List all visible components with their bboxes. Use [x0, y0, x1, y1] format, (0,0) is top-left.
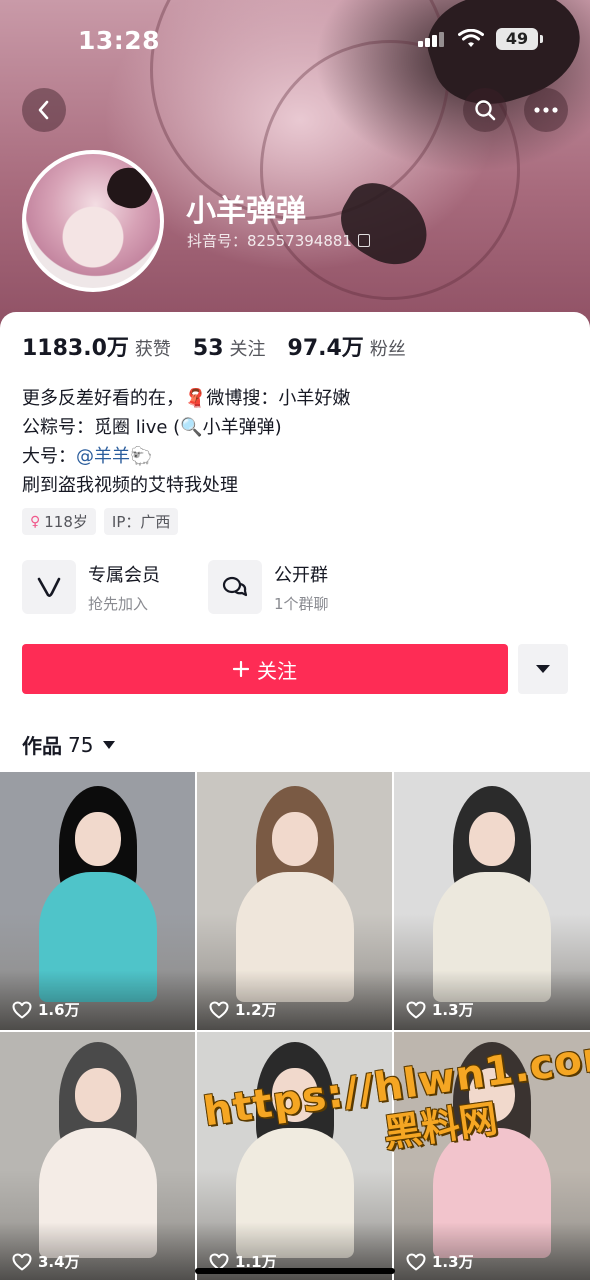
- heart-icon: [406, 1253, 426, 1270]
- chat-bubbles-icon: [208, 560, 262, 614]
- stats-row: 1183.0万 获赞 53 关注 97.4万 粉丝: [22, 330, 428, 362]
- ip-tag: IP：广西: [103, 508, 179, 535]
- likes-count: 1.6万: [38, 1001, 80, 1019]
- thumbnail-art: [469, 812, 515, 866]
- douyin-id[interactable]: 抖音号：82557394881: [187, 230, 370, 251]
- stat-label: 粉丝: [369, 339, 406, 360]
- video-thumbnail[interactable]: 1.3万: [394, 772, 590, 1030]
- status-bar: 13:28 49: [0, 0, 590, 80]
- works-count: 75: [68, 732, 94, 757]
- heart-icon: [12, 1001, 32, 1018]
- female-icon: ♀: [30, 513, 41, 530]
- likes-count: 1.2万: [235, 1001, 277, 1019]
- stat-value: 1183.0万: [22, 336, 129, 361]
- stat-label: 关注: [229, 339, 266, 360]
- status-time: 13:28: [78, 26, 161, 55]
- stat-value: 97.4万: [287, 336, 364, 361]
- bio-line: 更多反差好看的在，🧣微博搜：小羊好嫩: [22, 388, 351, 409]
- bio-line: 刷到盗我视频的艾特我处理: [22, 475, 238, 496]
- video-grid: 1.6万 1.2万 1.3万 3.4万 1.1万 1.3万: [0, 772, 590, 1280]
- thumbnail-art: [271, 812, 318, 866]
- video-likes: 1.2万: [209, 999, 277, 1020]
- likes-count: 1.3万: [432, 1001, 474, 1019]
- heart-icon: [406, 1001, 426, 1018]
- age-text: 118岁: [44, 513, 88, 531]
- age-tag: ♀ 118岁: [22, 508, 96, 535]
- group-chat-entry[interactable]: 公开群 1个群聊: [208, 560, 394, 614]
- wifi-icon: [458, 29, 484, 47]
- triangle-down-icon: [536, 665, 550, 673]
- stat-following[interactable]: 53 关注: [193, 335, 266, 361]
- more-button[interactable]: [524, 88, 568, 132]
- plus-icon: [233, 661, 249, 677]
- signal-icon: [418, 31, 444, 47]
- video-thumbnail[interactable]: 3.4万: [0, 1032, 195, 1280]
- stat-label: 获赞: [134, 339, 171, 360]
- bio-line: 大号：@羊羊🐑: [22, 442, 350, 471]
- feature-subtitle: 抢先加入: [88, 594, 149, 613]
- feature-title: 公开群: [274, 564, 328, 586]
- follow-row: 关注: [22, 644, 568, 694]
- video-likes: 3.4万: [12, 1251, 80, 1272]
- thumbnail-art: [74, 1068, 121, 1122]
- search-icon: [475, 100, 496, 121]
- avatar[interactable]: [22, 150, 164, 292]
- video-thumbnail[interactable]: 1.6万: [0, 772, 195, 1030]
- mention-link[interactable]: @羊羊🐑: [76, 446, 152, 467]
- bio: 更多反差好看的在，🧣微博搜：小羊好嫩 公粽号：觅圈 live (🔍小羊弹弹) 大…: [22, 384, 350, 500]
- battery-icon: 49: [496, 28, 543, 50]
- feature-row: 专属会员 抢先加入 公开群 1个群聊: [22, 560, 394, 614]
- ip-text: IP：广西: [111, 513, 171, 531]
- bio-line-prefix: 大号：: [22, 446, 76, 467]
- thumbnail-art: [74, 812, 121, 866]
- search-button[interactable]: [463, 88, 507, 132]
- username: 小羊弹弹: [186, 194, 306, 229]
- chevron-left-icon: [38, 100, 49, 120]
- feature-subtitle: 1个群聊: [274, 594, 329, 613]
- follow-button[interactable]: 关注: [22, 644, 508, 694]
- video-likes: 1.6万: [12, 999, 80, 1020]
- works-label: 作品: [22, 734, 62, 758]
- likes-count: 3.4万: [38, 1253, 80, 1271]
- more-dots-icon: [534, 107, 558, 113]
- likes-count: 1.3万: [432, 1253, 474, 1271]
- back-button[interactable]: [22, 88, 66, 132]
- feature-title: 专属会员: [88, 564, 160, 586]
- video-likes: 1.3万: [406, 999, 474, 1020]
- tab-works[interactable]: 作品 75: [22, 730, 116, 759]
- stat-value: 53: [192, 336, 224, 361]
- home-indicator: [195, 1268, 395, 1274]
- video-likes: 1.3万: [406, 1251, 474, 1272]
- heart-icon: [12, 1253, 32, 1270]
- heart-icon: [209, 1001, 229, 1018]
- v-badge-icon: [22, 560, 76, 614]
- video-thumbnail[interactable]: 1.2万: [197, 772, 392, 1030]
- stat-followers[interactable]: 97.4万 粉丝: [288, 330, 406, 362]
- triangle-down-icon: [103, 740, 116, 749]
- follow-label: 关注: [257, 658, 297, 683]
- membership-entry[interactable]: 专属会员 抢先加入: [22, 560, 208, 614]
- douyin-id-text: 抖音号：82557394881: [187, 232, 352, 250]
- tag-row: ♀ 118岁 IP：广西: [22, 508, 179, 535]
- stat-likes: 1183.0万 获赞: [22, 330, 171, 362]
- copy-icon[interactable]: [357, 234, 370, 247]
- recommend-dropdown-button[interactable]: [518, 644, 568, 694]
- bio-line: 公粽号：觅圈 live (🔍小羊弹弹): [22, 417, 282, 438]
